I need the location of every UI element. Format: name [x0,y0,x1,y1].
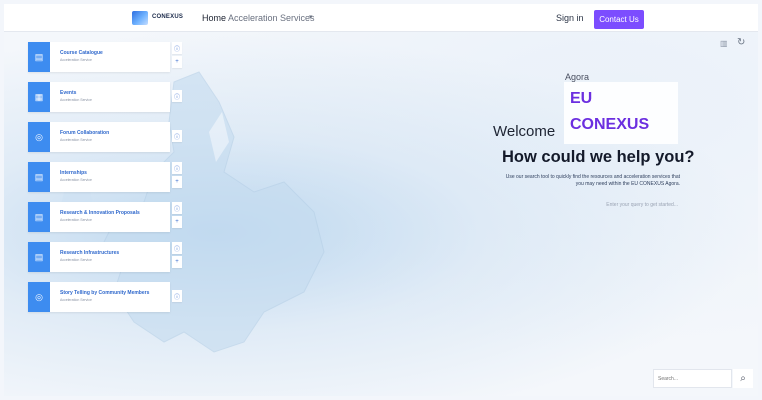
info-icon[interactable]: ⓘ [172,162,182,174]
refresh-icon[interactable]: ↻ [737,37,745,48]
conexus-text: CONEXUS [570,116,650,133]
card-actions: ⓘ [172,130,182,144]
top-navbar: CONEXUS Home Acceleration Services ▾ Sig… [4,4,758,32]
hero-description: Use our search tool to quickly find the … [505,174,680,187]
info-icon[interactable]: ⓘ [172,242,182,254]
eu-conexus-box: EU CONEXUS [564,82,678,144]
add-icon[interactable]: + [172,216,182,228]
catalog-icon: ▤ [28,42,50,72]
nav-home-link[interactable]: Home [202,13,226,23]
service-subtitle: Acceleration Service [60,258,92,262]
service-card-research-innovation[interactable]: ▤ Research & Innovation Proposals Accele… [28,202,170,232]
add-icon[interactable]: + [172,256,182,268]
service-card-course-catalogue[interactable]: ▤ Course Catalogue Acceleration Service [28,42,170,72]
search-input[interactable] [658,374,728,384]
search-icon[interactable]: ⌕ [733,369,753,388]
service-title: Research & Innovation Proposals [60,210,140,216]
infrastructure-icon: ▤ [28,242,50,272]
internship-icon: ▤ [28,162,50,192]
service-title: Events [60,90,77,96]
calendar-icon: ▦ [28,82,50,112]
research-icon: ▤ [28,202,50,232]
service-title: Internships [60,170,87,176]
service-card-internships[interactable]: ▤ Internships Acceleration Service [28,162,170,192]
service-subtitle: Acceleration Service [60,298,92,302]
welcome-text: Welcome [493,123,556,140]
card-actions: ⓘ [172,90,182,104]
info-icon[interactable]: ⓘ [172,202,182,214]
service-title: Forum Collaboration [60,130,110,136]
card-actions: ⓘ + [172,162,182,190]
agora-label: Agora [565,72,590,82]
info-icon[interactable]: ⓘ [172,42,182,54]
service-card-story-telling[interactable]: ◎ Story Telling by Community Members Acc… [28,282,170,312]
service-subtitle: Acceleration Service [60,58,92,62]
sign-in-link[interactable]: Sign in [556,13,584,23]
search-box[interactable] [653,369,732,388]
page-headline: How could we help you? [502,148,695,166]
add-icon[interactable]: + [172,176,182,188]
logo-text[interactable]: CONEXUS [152,14,183,20]
service-subtitle: Acceleration Service [60,98,92,102]
conexus-logo-icon[interactable] [132,11,148,25]
contact-us-button[interactable]: Contact Us [594,10,644,29]
query-hint: Enter your query to get started... [606,202,678,208]
story-icon: ◎ [28,282,50,312]
forum-icon: ◎ [28,122,50,152]
service-title: Course Catalogue [60,50,103,56]
nav-acceleration-services-dropdown[interactable]: Acceleration Services [228,13,315,23]
card-actions: ⓘ + [172,202,182,230]
service-card-forum-collaboration[interactable]: ◎ Forum Collaboration Acceleration Servi… [28,122,170,152]
info-icon[interactable]: ⓘ [172,290,182,302]
chevron-down-icon[interactable]: ▾ [309,13,313,21]
eu-text: EU [570,90,593,107]
service-title: Research Infrastructures [60,250,120,256]
service-card-research-infrastructures[interactable]: ▤ Research Infrastructures Acceleration … [28,242,170,272]
service-subtitle: Acceleration Service [60,178,92,182]
service-card-events[interactable]: ▦ Events Acceleration Service [28,82,170,112]
card-actions: ⓘ + [172,42,182,70]
card-actions: ⓘ + [172,242,182,270]
book-icon[interactable]: ▥ [720,39,728,48]
card-actions: ⓘ [172,290,182,304]
info-icon[interactable]: ⓘ [172,130,182,142]
add-icon[interactable]: + [172,56,182,68]
info-icon[interactable]: ⓘ [172,90,182,102]
service-subtitle: Acceleration Service [60,138,92,142]
service-title: Story Telling by Community Members [60,290,150,296]
service-subtitle: Acceleration Service [60,218,92,222]
